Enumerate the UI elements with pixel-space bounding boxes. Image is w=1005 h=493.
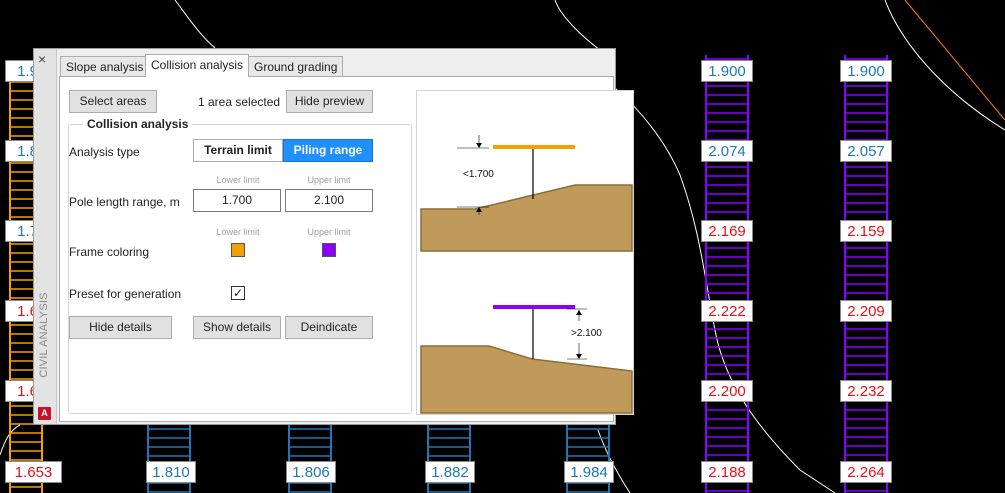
piling-range-button[interactable]: Piling range: [283, 139, 373, 162]
pile-length-label: 1.806: [286, 461, 336, 483]
top-diagram-label: <1.700: [463, 169, 494, 180]
palette-title: CIVIL ANALYSIS: [38, 292, 50, 378]
contour-line: [174, 0, 216, 49]
pile-length-label: 2.222: [701, 300, 753, 322]
pile-length-label: 2.159: [840, 220, 892, 242]
collision-analysis-group: Collision analysis Analysis type Terrain…: [68, 117, 412, 414]
lower-limit-caption: Lower limit: [216, 175, 260, 185]
pole-upper-limit-input[interactable]: 2.100: [285, 189, 373, 212]
orange-frame-bar: [493, 145, 575, 149]
tab-ground-grading[interactable]: Ground grading: [248, 56, 344, 76]
terrain-limit-diagram: <1.700: [420, 135, 633, 252]
pile-length-label: 2.200: [701, 380, 753, 402]
terrain-shape: [420, 345, 633, 414]
preset-label: Preset for generation: [69, 287, 182, 301]
pile-length-label: 1.810: [146, 461, 196, 483]
pile-length-label: 1.882: [425, 461, 475, 483]
app-logo-icon: A: [38, 407, 51, 420]
pile-length-label: 2.188: [701, 461, 753, 483]
pile-length-label: 2.232: [840, 380, 892, 402]
upper-color-swatch[interactable]: [322, 243, 336, 257]
piling-range-diagram: >2.100: [420, 305, 633, 414]
frame-coloring-label: Frame coloring: [69, 245, 150, 259]
preview-panel: <1.700 >2.100: [416, 90, 634, 415]
contour-line: [884, 0, 1005, 131]
upper-color-caption: Upper limit: [307, 227, 351, 237]
collision-analysis-panel: Select areas 1 area selected Hide previe…: [59, 76, 634, 422]
pile-length-label: 2.074: [701, 140, 753, 162]
palette-titlebar[interactable]: × CIVIL ANALYSIS A: [34, 49, 57, 424]
pile-length-label: 1.900: [840, 60, 892, 82]
group-title: Collision analysis: [83, 117, 193, 131]
lower-color-caption: Lower limit: [216, 227, 260, 237]
pile-length-label: 2.057: [840, 140, 892, 162]
terrain-shape: [420, 184, 633, 252]
pile-length-label: 2.209: [840, 300, 892, 322]
upper-limit-caption: Upper limit: [307, 175, 351, 185]
analysis-type-label: Analysis type: [69, 145, 140, 159]
terrain-limit-button[interactable]: Terrain limit: [193, 139, 283, 162]
hide-details-button[interactable]: Hide details: [69, 316, 172, 339]
selection-status: 1 area selected: [198, 95, 281, 109]
contour-line: [554, 0, 601, 51]
boundary-line: [904, 0, 1005, 121]
pole-lower-limit-input[interactable]: 1.700: [193, 189, 281, 212]
preview-diagrams: <1.700 >2.100: [420, 135, 633, 414]
select-areas-button[interactable]: Select areas: [69, 90, 157, 113]
hide-preview-button[interactable]: Hide preview: [286, 90, 373, 113]
tab-slope-analysis[interactable]: Slope analysis: [60, 56, 150, 76]
civil-analysis-palette: × CIVIL ANALYSIS A Slope analysis Collis…: [33, 48, 634, 425]
bottom-diagram-label: >2.100: [571, 328, 602, 339]
pile-frame[interactable]: [844, 55, 888, 493]
pile-length-label: 2.169: [701, 220, 753, 242]
pile-length-label: 1.653: [5, 461, 62, 483]
close-icon[interactable]: ×: [38, 51, 46, 67]
pole-length-label: Pole length range, m: [69, 195, 180, 209]
deindicate-button[interactable]: Deindicate: [285, 316, 373, 339]
pile-length-label: 1.984: [564, 461, 614, 483]
tab-collision-analysis[interactable]: Collision analysis: [145, 54, 250, 77]
pile-length-label: 1.900: [701, 60, 753, 82]
pile-frame[interactable]: [705, 55, 749, 493]
show-details-button[interactable]: Show details: [193, 316, 281, 339]
lower-color-swatch[interactable]: [231, 243, 245, 257]
pile-length-label: 2.264: [840, 461, 892, 483]
purple-frame-bar: [493, 305, 575, 309]
preset-checkbox[interactable]: ✓: [231, 286, 245, 300]
